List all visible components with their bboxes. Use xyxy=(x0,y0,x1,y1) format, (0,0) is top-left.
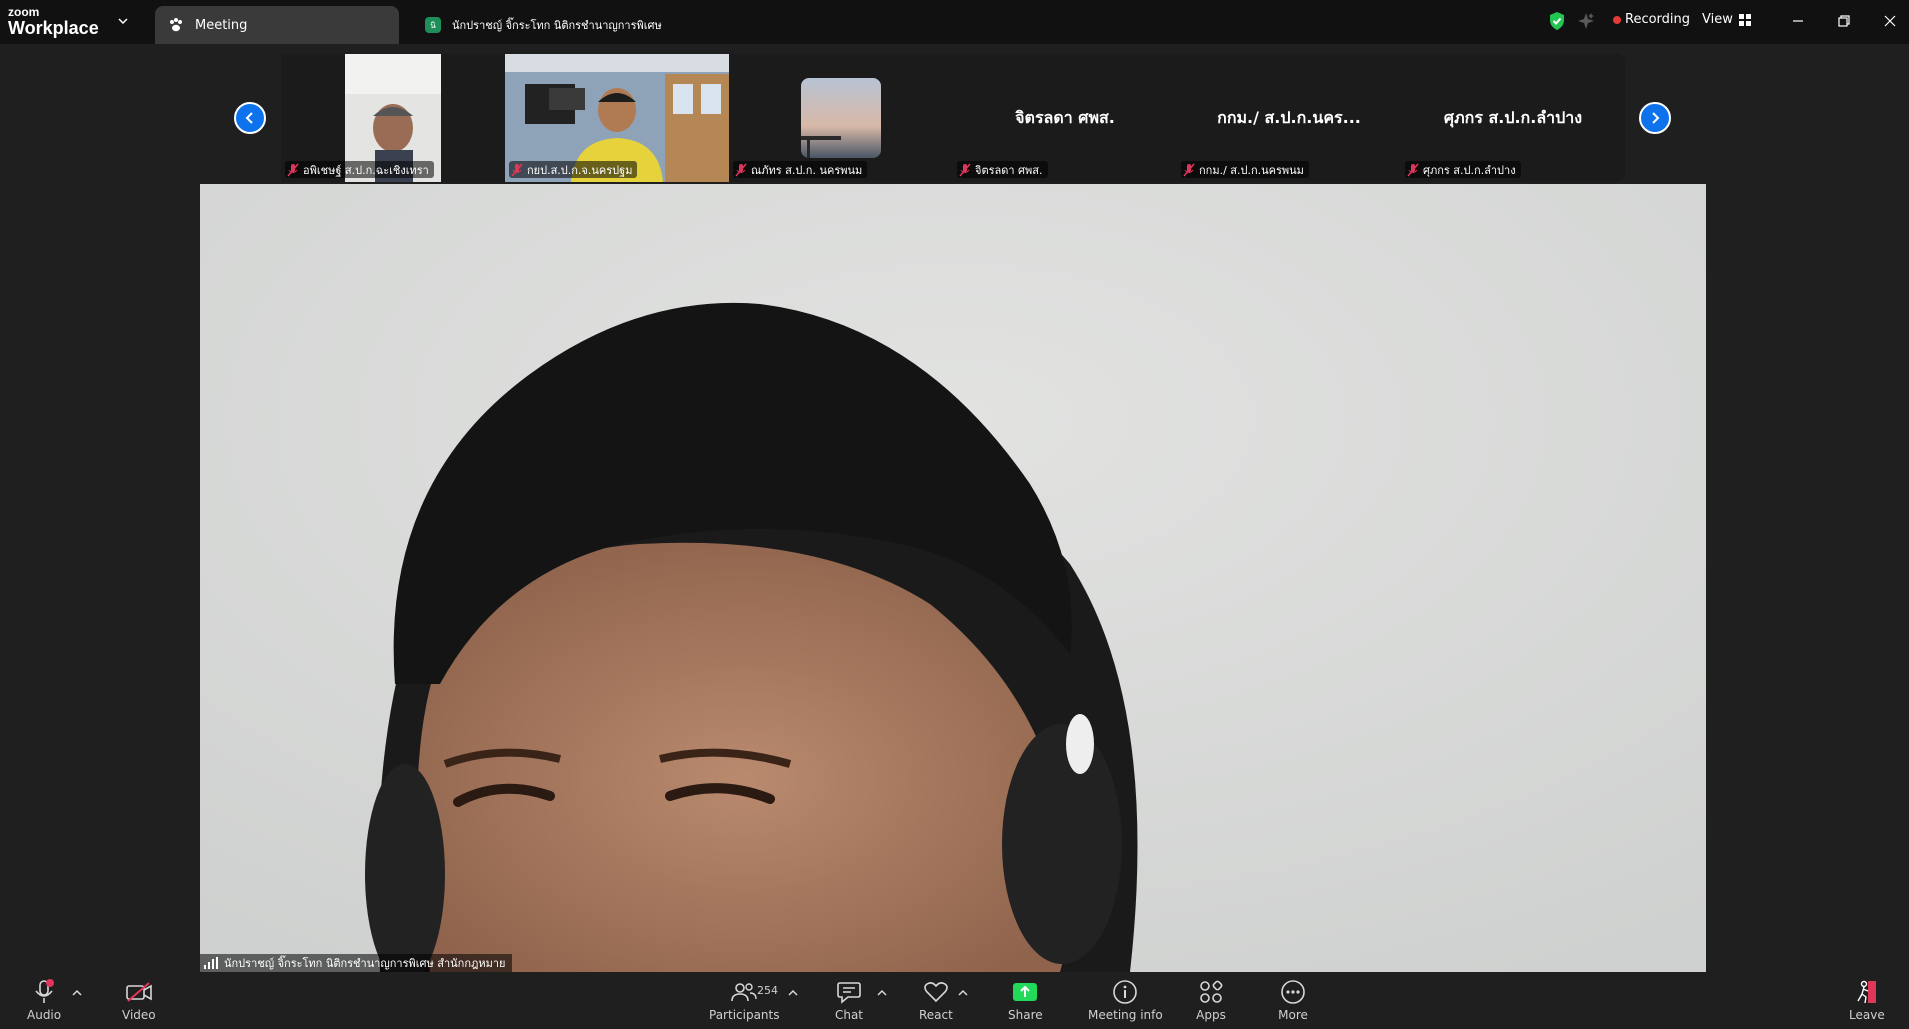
tab-meeting-label: Meeting xyxy=(195,17,248,33)
participant-name-bar: กยป.ส.ป.ก.จ.นครปฐม xyxy=(509,161,638,178)
mic-muted-icon xyxy=(287,163,299,176)
participant-name: อพิเชษฐ์ ส.ป.ก.ฉะเชิงเทรา xyxy=(303,163,429,177)
participant-tile[interactable]: กกม./ ส.ป.ก.นคร... กกม./ ส.ป.ก.นครพนม xyxy=(1177,54,1401,182)
mic-muted-icon xyxy=(735,163,747,176)
participant-display-name: ศุภกร ส.ป.ก.ลำปาง xyxy=(1443,108,1583,127)
info-icon xyxy=(1113,980,1138,1004)
chat-label: Chat xyxy=(834,1008,864,1022)
participant-display-name: กกม./ ส.ป.ก.นคร... xyxy=(1217,108,1361,127)
zoom-workplace-menu[interactable]: zoom Workplace xyxy=(8,6,128,38)
participant-name: ศุภกร ส.ป.ก.ลำปาง xyxy=(1423,163,1516,177)
signal-strength-icon xyxy=(204,957,218,969)
gallery-next-button[interactable] xyxy=(1639,102,1671,134)
chevron-down-icon xyxy=(118,18,128,25)
apps-label: Apps xyxy=(1196,1008,1226,1022)
minimize-icon xyxy=(1793,20,1803,22)
participants-icon xyxy=(731,983,757,1002)
participant-name: ณภัทร ส.ป.ก. นครพนม xyxy=(751,163,863,177)
participant-name: จิตรลดา ศพส. xyxy=(975,163,1043,177)
minimize-button[interactable] xyxy=(1786,10,1810,32)
chat-icon xyxy=(837,982,861,1004)
audio-options-chevron-up-icon[interactable] xyxy=(71,988,83,998)
tab-shared-screen[interactable]: นิ นักปราชญ์ จิ๊กระโทก นิติกรชำนาญการพิเ… xyxy=(412,6,712,44)
chevron-right-icon xyxy=(1652,112,1660,124)
speaker-name-bar: นักปราชญ์ จิ๊กระโทก นิติกรชำนาญการพิเศษ … xyxy=(200,954,512,972)
participant-tile[interactable]: จิตรลดา ศพส. จิตรลดา ศพส. xyxy=(953,54,1177,182)
participants-label: Participants xyxy=(709,1008,780,1022)
participant-tile[interactable]: ณภัทร ส.ป.ก. นครพนม xyxy=(729,54,953,182)
meeting-info-button[interactable]: Meeting info xyxy=(1088,978,1163,1026)
audio-label: Audio xyxy=(27,1008,62,1022)
participant-tile[interactable]: ศุภกร ส.ป.ก.ลำปาง ศุภกร ส.ป.ก.ลำปาง xyxy=(1401,54,1625,182)
participant-tile[interactable]: อพิเชษฐ์ ส.ป.ก.ฉะเชิงเทรา xyxy=(281,54,505,182)
title-bar: zoom Workplace Meeting นิ นักปราชญ์ จิ๊ก… xyxy=(0,0,1909,44)
paw-icon xyxy=(167,16,185,34)
more-button[interactable]: More xyxy=(1278,978,1308,1026)
mic-muted-icon xyxy=(1183,163,1195,176)
view-button[interactable]: View xyxy=(1702,12,1751,27)
share-screen-icon xyxy=(1013,983,1038,1001)
brand-workplace-text: Workplace xyxy=(8,18,99,38)
user-badge-icon: นิ xyxy=(424,16,442,34)
view-label: View xyxy=(1702,12,1733,27)
participant-name: กยป.ส.ป.ก.จ.นครปฐม xyxy=(527,163,633,177)
restore-icon xyxy=(1838,15,1850,27)
participant-name-bar: อพิเชษฐ์ ส.ป.ก.ฉะเชิงเทรา xyxy=(285,161,434,178)
react-button[interactable]: React xyxy=(919,978,953,1026)
leave-icon xyxy=(1857,980,1876,1004)
participant-tile[interactable]: กยป.ส.ป.ก.จ.นครปฐม xyxy=(505,54,729,182)
meeting-info-label: Meeting info xyxy=(1088,1008,1163,1022)
gallery-prev-button[interactable] xyxy=(234,102,266,134)
speaker-name: นักปราชญ์ จิ๊กระโทก นิติกรชำนาญการพิเศษ … xyxy=(224,957,506,970)
react-label: React xyxy=(919,1008,953,1022)
chat-options-chevron-up-icon[interactable] xyxy=(876,988,888,998)
more-label: More xyxy=(1278,1008,1308,1022)
react-options-chevron-up-icon[interactable] xyxy=(957,988,969,998)
participants-count: 254 xyxy=(757,984,778,997)
active-speaker-video[interactable] xyxy=(200,184,1706,972)
mic-muted-icon xyxy=(959,163,971,176)
participant-name-bar: ณภัทร ส.ป.ก. นครพนม xyxy=(733,161,868,178)
close-button[interactable] xyxy=(1878,10,1902,32)
brand-zoom-text: zoom xyxy=(8,5,40,19)
recording-dot-icon xyxy=(1613,16,1621,24)
tab-meeting[interactable]: Meeting xyxy=(155,6,399,44)
participant-name-bar: ศุภกร ส.ป.ก.ลำปาง xyxy=(1405,161,1521,178)
grid-icon xyxy=(1738,13,1751,26)
meeting-toolbar xyxy=(0,972,1909,1029)
share-label: Share xyxy=(1008,1008,1043,1022)
leave-label: Leave xyxy=(1849,1008,1885,1022)
recording-status[interactable]: Recording xyxy=(1625,12,1690,27)
participants-options-chevron-up-icon[interactable] xyxy=(787,988,799,998)
leave-button[interactable]: Leave xyxy=(1849,978,1885,1026)
video-label: Video xyxy=(122,1008,156,1022)
user-badge-text: นิ xyxy=(425,17,441,33)
participant-display-name: จิตรลดา ศพส. xyxy=(1015,108,1115,127)
mic-muted-icon xyxy=(1407,163,1419,176)
video-off-icon xyxy=(126,982,152,1002)
heart-icon xyxy=(924,982,948,1003)
microphone-icon xyxy=(35,979,55,1003)
tab-shared-screen-label: นักปราชญ์ จิ๊กระโทก นิติกรชำนาญการพิเศษ xyxy=(452,19,662,32)
mic-muted-icon xyxy=(511,163,523,176)
video-button[interactable]: Video xyxy=(122,978,156,1026)
participant-name-bar: จิตรลดา ศพส. xyxy=(957,161,1048,178)
chevron-left-icon xyxy=(245,112,253,124)
participant-name-bar: กกม./ ส.ป.ก.นครพนม xyxy=(1181,161,1309,178)
participant-name: กกม./ ส.ป.ก.นครพนม xyxy=(1199,163,1304,177)
more-icon xyxy=(1281,980,1305,1004)
close-icon xyxy=(1884,15,1896,27)
share-button[interactable]: Share xyxy=(1008,978,1043,1026)
restore-button[interactable] xyxy=(1832,10,1856,32)
apps-icon xyxy=(1200,980,1223,1003)
apps-button[interactable]: Apps xyxy=(1196,978,1226,1026)
chat-button[interactable]: Chat xyxy=(834,978,864,1026)
audio-button[interactable]: Audio xyxy=(27,978,61,1026)
sparkle-icon[interactable] xyxy=(1576,11,1596,31)
speaker-video-frame xyxy=(200,184,1706,972)
shield-check-icon[interactable] xyxy=(1547,11,1567,31)
